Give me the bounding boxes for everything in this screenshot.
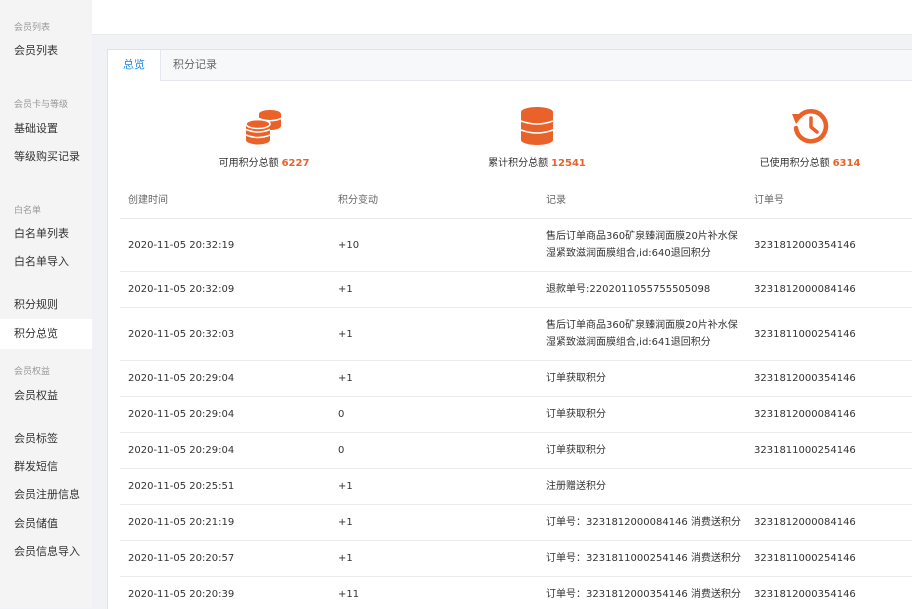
history-icon [792,109,829,144]
cell-time: 2020-11-05 20:29:04 [128,373,235,384]
table-row: 2020-11-05 20:32:19 +10 售后订单商品360矿泉臻润面膜2… [120,219,912,272]
sidebar-item-info-import[interactable]: 会员信息导入 [0,537,92,567]
sidebar-group-title: 会员卡与等级 [14,100,69,110]
table-row: 2020-11-05 20:29:04 0 订单获取积分 32318120000… [120,397,912,433]
cell-order: 3231812000354146 [754,239,856,251]
cell-record: 订单获取积分 [546,409,606,420]
table-row: 2020-11-05 20:32:03 +1 售后订单商品360矿泉臻润面膜20… [120,308,912,361]
sidebar-item-points-overview[interactable]: 积分总览 [0,319,92,349]
cell-time: 2020-11-05 20:32:03 [128,328,235,340]
column-header-record: 记录 [546,195,566,206]
table-row: 2020-11-05 20:21:19 +1 订单号：3231812000084… [120,505,912,541]
database-icon [520,107,554,145]
sidebar-item-stored-value[interactable]: 会员储值 [0,509,92,539]
cell-order: 3231811000254146 [754,553,856,564]
cell-change: +1 [338,553,353,564]
cell-order: 3231812000354146 [754,589,856,600]
sidebar-item-member-benefits[interactable]: 会员权益 [0,381,92,411]
stat-used-points: 已使用积分总额 6314 [710,106,910,169]
stat-label: 已使用积分总额 [759,158,830,169]
cell-record: 注册赠送积分 [546,481,606,492]
cell-record: 订单获取积分 [546,373,606,384]
cell-time: 2020-11-05 20:32:09 [128,284,235,295]
table-row: 2020-11-05 20:20:57 +1 订单号：3231811000254… [120,541,912,577]
stat-label: 累计积分总额 [488,158,549,169]
sidebar-group-title: 会员权益 [14,367,51,377]
sidebar-item-whitelist[interactable]: 白名单列表 [0,219,92,249]
stat-value: 6314 [832,158,861,169]
cell-order: 3231811000254146 [754,445,856,456]
table-row: 2020-11-05 20:32:09 +1 退款单号:220201105575… [120,272,912,308]
column-header-change: 积分变动 [338,195,378,206]
tab-bar: 总览 积分记录 [108,50,912,81]
sidebar-group-title: 白名单 [14,206,42,216]
sidebar-item-level-purchase-records[interactable]: 等级购买记录 [0,142,92,172]
cell-record: 订单获取积分 [546,445,606,456]
cell-time: 2020-11-05 20:32:19 [128,239,235,251]
stat-label: 可用积分总额 [218,158,279,169]
coins-icon [245,110,282,145]
cell-time: 2020-11-05 20:25:51 [128,481,235,492]
cell-change: +1 [338,517,353,528]
table-row: 2020-11-05 20:29:04 +1 订单获取积分 3231812000… [120,361,912,397]
cell-order: 3231811000254146 [754,328,856,340]
cell-change: 0 [338,445,345,456]
cell-change: 0 [338,409,345,420]
points-overview-panel: 总览 积分记录 可用积分总额 6227 累计积分总额 12541 已使用积分总额… [107,49,912,609]
stat-value: 12541 [551,158,586,169]
cell-record: 订单号：3231812000084146 消费送积分 [546,517,741,528]
sidebar-item-basic-settings[interactable]: 基础设置 [0,114,92,144]
top-bar [92,0,912,35]
cell-change: +1 [338,328,353,340]
cell-time: 2020-11-05 20:29:04 [128,445,235,456]
sidebar-item-member-list[interactable]: 会员列表 [0,36,92,66]
column-header-order: 订单号 [754,195,784,206]
cell-change: +1 [338,284,353,295]
cell-record: 售后订单商品360矿泉臻润面膜20片补水保湿紧致滋润面膜组合,id:640退回积… [546,231,738,259]
cell-order: 3231812000084146 [754,284,856,295]
column-header-time: 创建时间 [128,195,168,206]
sidebar-group-title: 会员列表 [14,23,51,33]
cell-order: 3231812000354146 [754,373,856,384]
cell-record: 退款单号:2202011055755505098 [546,284,711,295]
cell-time: 2020-11-05 20:20:39 [128,589,235,600]
stat-total-points: 累计积分总额 12541 [437,106,637,169]
sidebar: 会员列表 会员列表 会员卡与等级 基础设置 等级购买记录 白名单 白名单列表 白… [0,0,92,608]
tab-points-records[interactable]: 积分记录 [160,50,230,80]
sidebar-item-points-rules[interactable]: 积分规则 [0,290,92,320]
cell-order: 3231812000084146 [754,409,856,420]
cell-change: +11 [338,589,360,600]
cell-time: 2020-11-05 20:20:57 [128,553,235,564]
stat-available-points: 可用积分总额 6227 [164,106,364,169]
table-row: 2020-11-05 20:29:04 0 订单获取积分 32318110002… [120,433,912,469]
sidebar-item-member-tags[interactable]: 会员标签 [0,424,92,454]
cell-order [754,469,912,504]
cell-time: 2020-11-05 20:29:04 [128,409,235,420]
table-row: 2020-11-05 20:25:51 +1 注册赠送积分 [120,469,912,505]
sidebar-item-bulk-sms[interactable]: 群发短信 [0,452,92,482]
table-row: 2020-11-05 20:20:39 +11 订单号：323181200035… [120,577,912,609]
tab-overview[interactable]: 总览 [108,50,161,81]
cell-change: +1 [338,481,353,492]
table-header: 创建时间 积分变动 记录 订单号 [120,184,912,219]
cell-order: 3231812000084146 [754,517,856,528]
sidebar-item-registration-info[interactable]: 会员注册信息 [0,480,92,510]
stat-value: 6227 [281,158,310,169]
cell-record: 订单号：3231811000254146 消费送积分 [546,553,741,564]
cell-time: 2020-11-05 20:21:19 [128,517,235,528]
cell-change: +10 [338,239,360,251]
cell-record: 订单号：3231812000354146 消费送积分 [546,589,741,600]
cell-change: +1 [338,373,353,384]
sidebar-item-whitelist-import[interactable]: 白名单导入 [0,247,92,277]
cell-record: 售后订单商品360矿泉臻润面膜20片补水保湿紧致滋润面膜组合,id:641退回积… [546,320,738,348]
